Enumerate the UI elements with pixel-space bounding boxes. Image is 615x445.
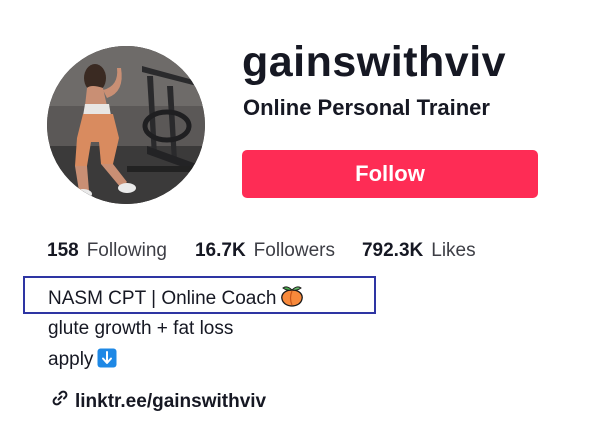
- likes-count: 792.3K: [361, 240, 424, 261]
- following-label: Following: [86, 240, 167, 261]
- peach-emoji-icon: [280, 285, 304, 314]
- stat-following[interactable]: 158 Following: [47, 237, 167, 265]
- followers-count: 16.7K: [194, 240, 246, 261]
- bio-line-2: glute growth + fat loss: [48, 318, 234, 339]
- stat-likes: 792.3K Likes: [362, 237, 476, 265]
- bio-line-1-text: NASM CPT | Online Coach: [48, 288, 277, 309]
- link-icon: [51, 389, 69, 414]
- profile-link[interactable]: linktr.ee/gainswithviv: [51, 389, 266, 414]
- profile-subtitle: Online Personal Trainer: [243, 95, 490, 120]
- profile-username: gainswithviv: [242, 38, 507, 86]
- profile-stats: 158 Following 16.7K Followers 792.3K Lik…: [47, 237, 476, 265]
- following-count: 158: [47, 240, 79, 261]
- bio-line-1: NASM CPT | Online Coach: [48, 285, 304, 314]
- follow-button[interactable]: Follow: [242, 150, 538, 198]
- down-arrow-emoji-icon: [97, 348, 117, 375]
- avatar-photo: [47, 46, 205, 204]
- likes-label: Likes: [431, 240, 476, 261]
- profile-avatar[interactable]: [47, 46, 205, 204]
- profile-link-text: linktr.ee/gainswithviv: [75, 390, 267, 412]
- stat-followers[interactable]: 16.7K Followers: [195, 237, 335, 265]
- bio-line-3-text: apply: [48, 349, 94, 370]
- followers-label: Followers: [253, 240, 335, 261]
- bio-line-3: apply: [48, 348, 117, 375]
